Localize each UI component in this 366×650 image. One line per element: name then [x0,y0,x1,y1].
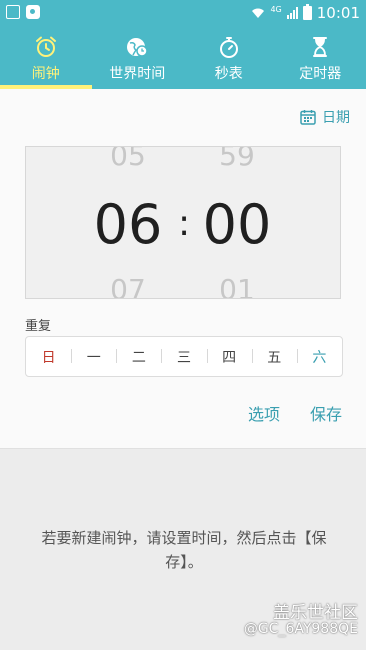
status-bar: 4G 10:01 [0,0,366,26]
repeat-label: 重复 [25,319,52,334]
tab-label: 世界时间 [109,66,166,82]
date-button-label: 日期 [322,110,350,126]
save-button[interactable]: 保存 [310,401,342,425]
time-separator: : [178,203,191,244]
alarm-editor: 日期 05 06 07 : 59 00 01 重复 日 一 二 三 四 五 六 … [0,89,366,449]
notification-icons [6,5,40,19]
stopwatch-icon [219,37,238,58]
hour-next-value[interactable]: 07 [83,273,173,298]
status-indicators: 4G 10:01 [251,4,360,22]
minute-next-value[interactable]: 01 [192,273,282,298]
tab-label: 定时器 [299,66,342,82]
hour-prev-value[interactable]: 05 [83,147,173,172]
status-time: 10:01 [316,4,360,22]
time-picker: 05 06 07 : 59 00 01 [25,146,341,299]
signal-icon [286,7,298,19]
watermark-logo: 盖乐世社区 [273,603,358,623]
day-sunday[interactable]: 日 [26,347,71,367]
app-notification-icon [26,5,40,19]
wifi-icon [252,8,265,18]
day-wednesday[interactable]: 三 [161,347,206,367]
tab-timer[interactable]: 定时器 [275,26,366,89]
tab-world-clock[interactable]: 世界时间 [92,26,184,89]
action-bar: 选项 保存 [248,401,342,425]
repeat-days: 日 一 二 三 四 五 六 [25,336,343,377]
calendar-icon [300,110,316,125]
day-saturday[interactable]: 六 [296,347,342,367]
hourglass-icon [313,37,328,57]
world-clock-icon [127,38,148,57]
date-button[interactable]: 日期 [300,107,350,127]
battery-icon [302,4,312,20]
tab-label: 闹钟 [31,66,60,82]
tab-label: 秒表 [214,66,243,82]
hint-text: 若要新建闹钟，请设置时间，然后点击【保存】。 [41,529,327,571]
day-thursday[interactable]: 四 [206,347,252,367]
minute-wheel[interactable]: 00 [192,193,282,256]
day-monday[interactable]: 一 [71,347,116,367]
options-button[interactable]: 选项 [248,401,280,425]
minute-prev-value[interactable]: 59 [192,147,282,172]
tab-alarm[interactable]: 闹钟 [0,26,92,89]
alarm-clock-icon [35,36,56,57]
screenshot-notification-icon [6,5,20,19]
tab-bar: 闹钟 世界时间 秒表 定时器 [0,26,366,89]
day-friday[interactable]: 五 [251,347,297,367]
hour-wheel[interactable]: 06 [83,193,173,256]
network-type-label: 4G [270,4,282,14]
watermark-user-id: @GC_6AY988QE [243,621,358,637]
day-tuesday[interactable]: 二 [116,347,161,367]
tab-stopwatch[interactable]: 秒表 [183,26,275,89]
